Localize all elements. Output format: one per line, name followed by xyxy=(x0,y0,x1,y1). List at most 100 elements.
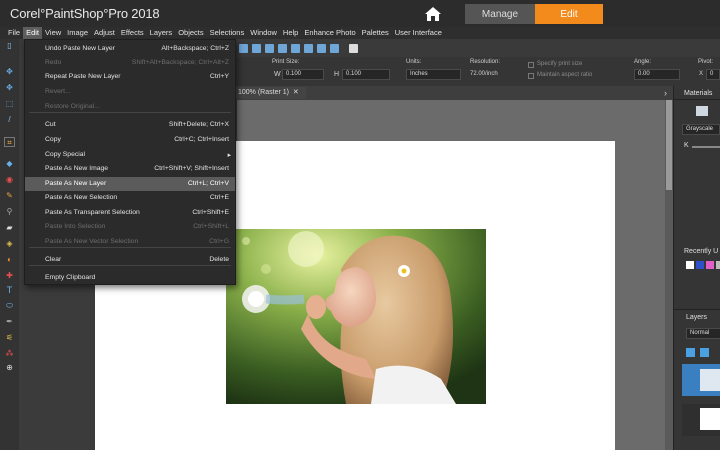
menu-item-label: Copy xyxy=(45,136,61,143)
zoom-out-icon[interactable] xyxy=(317,43,326,53)
grayscale-select[interactable]: Grayscale xyxy=(682,124,720,135)
selection-tool-icon[interactable]: ⬚ xyxy=(4,99,15,109)
menu-item-label: Clear xyxy=(45,256,62,263)
fill-tool-icon[interactable]: ◈ xyxy=(4,239,15,249)
edit-menu-item-paste-as-new-image[interactable]: Paste As New Image Ctrl+Shift+V; Shift+In… xyxy=(25,162,235,176)
recent-color-pink[interactable] xyxy=(706,261,714,269)
pen-tool-icon[interactable]: ✒ xyxy=(4,317,15,327)
scrollbar-thumb[interactable] xyxy=(666,100,672,190)
photo-image xyxy=(226,229,486,404)
pan-tool-icon[interactable]: ✥ xyxy=(4,67,15,77)
menu-adjust[interactable]: Adjust xyxy=(91,27,118,39)
photo-layer[interactable] xyxy=(226,229,486,404)
app-title: Corel°PaintShop°Pro 2018 xyxy=(10,6,160,21)
k-slider[interactable] xyxy=(692,146,720,148)
maintain-aspect-checkbox[interactable] xyxy=(528,73,534,79)
menu-item-shortcut: Ctrl+L; Ctrl+V xyxy=(187,180,229,187)
menu-palettes[interactable]: Palettes xyxy=(359,27,392,39)
crop-tool-icon[interactable]: ⌗ xyxy=(4,137,15,147)
edit-menu-item-paste-as-transparent-selection[interactable]: Paste As Transparent Selection Ctrl+Shift… xyxy=(25,206,235,220)
edit-menu-item-paste-as-new-layer[interactable]: Paste As New Layer Ctrl+L; Ctrl+V xyxy=(25,177,235,191)
specify-print-size-checkbox[interactable] xyxy=(528,62,534,68)
layout-icon[interactable] xyxy=(349,43,358,53)
undo-icon[interactable] xyxy=(265,43,274,53)
eraser-tool-icon[interactable]: ▰ xyxy=(4,223,15,233)
menu-edit[interactable]: Edit xyxy=(23,27,43,39)
edit-menu-item-cut[interactable]: Cut Shift+Delete; Ctrl+X xyxy=(25,118,235,132)
menu-enhance-photo[interactable]: Enhance Photo xyxy=(301,27,358,39)
paint-tool-icon[interactable]: ✚ xyxy=(4,271,15,281)
materials-swatch-icon[interactable] xyxy=(696,106,708,116)
menu-item-shortcut: Shift+Alt+Backspace; Ctrl+Alt+Z xyxy=(131,59,229,66)
recent-color-blue[interactable] xyxy=(696,261,704,269)
edit-menu-item-empty-clipboard[interactable]: Empty Clipboard xyxy=(25,271,235,285)
resolution-label: Resolution: xyxy=(470,59,501,65)
k-label: K xyxy=(684,142,689,149)
tab-scroll-right-icon[interactable]: › xyxy=(664,88,667,98)
new-document-icon[interactable]: ▯ xyxy=(4,41,15,51)
copy-icon[interactable] xyxy=(291,43,300,53)
menu-layers[interactable]: Layers xyxy=(147,27,176,39)
straighten-tool-icon[interactable]: ◆ xyxy=(4,159,15,169)
menu-help[interactable]: Help xyxy=(280,27,301,39)
menu-user-interface[interactable]: User Interface xyxy=(392,27,445,39)
menu-item-shortcut: Ctrl+Shift+L xyxy=(193,223,229,230)
pivot-x-field[interactable]: 0 xyxy=(706,69,720,80)
menu-file[interactable]: File xyxy=(5,27,23,39)
tab-edit[interactable]: Edit xyxy=(535,4,603,24)
menu-item-label: Undo Paste New Layer xyxy=(45,45,115,52)
layer-group-icon[interactable] xyxy=(700,348,709,357)
menu-selections[interactable]: Selections xyxy=(207,27,248,39)
edit-menu-item-copy-special[interactable]: Copy Special ▸ xyxy=(25,148,235,162)
menu-effects[interactable]: Effects xyxy=(118,27,147,39)
edit-menu-item-paste-as-new-selection[interactable]: Paste As New Selection Ctrl+E xyxy=(25,191,235,205)
home-button[interactable] xyxy=(420,4,445,24)
save-icon[interactable] xyxy=(239,43,248,53)
recent-color-gray[interactable] xyxy=(716,261,720,269)
right-palettes: Materials Grayscale K Recently U Layers … xyxy=(673,86,720,450)
blend-mode-select[interactable]: Normal xyxy=(686,328,720,339)
clone-tool-icon[interactable]: ⚲ xyxy=(4,207,15,217)
menu-item-label: Paste As New Layer xyxy=(45,180,107,187)
menu-objects[interactable]: Objects xyxy=(175,27,206,39)
redo-icon[interactable] xyxy=(278,43,287,53)
menu-image[interactable]: Image xyxy=(64,27,91,39)
airbrush-tool-icon[interactable]: ⁂ xyxy=(4,349,15,359)
edit-menu-item-repeat-paste-new-layer[interactable]: Repeat Paste New Layer Ctrl+Y xyxy=(25,70,235,84)
menu-item-label: Paste As New Selection xyxy=(45,194,118,201)
menu-view[interactable]: View xyxy=(42,27,64,39)
menu-item-label: Repeat Paste New Layer xyxy=(45,73,121,80)
close-tab-icon[interactable]: ✕ xyxy=(293,89,299,96)
edit-menu-item-undo-paste-new-layer[interactable]: Undo Paste New Layer Alt+Backspace; Ctrl+… xyxy=(25,42,235,56)
pivot-label: Pivot: xyxy=(698,59,714,65)
specify-print-size-label: Specify print size xyxy=(537,61,583,67)
background-thumbnail xyxy=(700,408,720,430)
print-icon[interactable] xyxy=(252,43,261,53)
width-field[interactable]: 0.100 xyxy=(282,69,324,80)
angle-field[interactable]: 0.00 xyxy=(634,69,680,80)
document-tab[interactable]: 100% (Raster 1) ✕ xyxy=(236,87,306,99)
move-tool-icon[interactable]: ✥ xyxy=(4,83,15,93)
fit-window-icon[interactable] xyxy=(330,43,339,53)
units-select[interactable]: Inches xyxy=(406,69,461,80)
zoom-in-icon[interactable] xyxy=(304,43,313,53)
shape-tool-icon[interactable]: ⬭ xyxy=(4,301,15,311)
height-field[interactable]: 0.100 xyxy=(342,69,390,80)
brush-tool-icon[interactable]: ⚟ xyxy=(4,333,15,343)
retouch-tool-icon[interactable]: ◐ xyxy=(4,255,15,265)
tab-manage[interactable]: Manage xyxy=(465,4,535,24)
add-tool-icon[interactable]: ⊕ xyxy=(4,363,15,373)
height-label: H xyxy=(334,71,340,78)
menu-window[interactable]: Window xyxy=(247,27,280,39)
menu-item-label: Paste Into Selection xyxy=(45,223,106,230)
text-tool-icon[interactable]: T xyxy=(4,285,15,295)
recent-color-white[interactable] xyxy=(686,261,694,269)
red-eye-tool-icon[interactable]: ◉ xyxy=(4,175,15,185)
pivot-x-label: X xyxy=(699,71,704,77)
tool-options-bar: Print Size: W 0.100 H 0.100 Units: Inche… xyxy=(236,57,720,86)
new-layer-icon[interactable] xyxy=(686,348,695,357)
dropper-tool-icon[interactable]: / xyxy=(4,115,15,125)
home-icon xyxy=(424,7,441,21)
edit-menu-item-copy[interactable]: Copy Ctrl+C; Ctrl+Insert xyxy=(25,133,235,147)
makeover-tool-icon[interactable]: ✎ xyxy=(4,191,15,201)
